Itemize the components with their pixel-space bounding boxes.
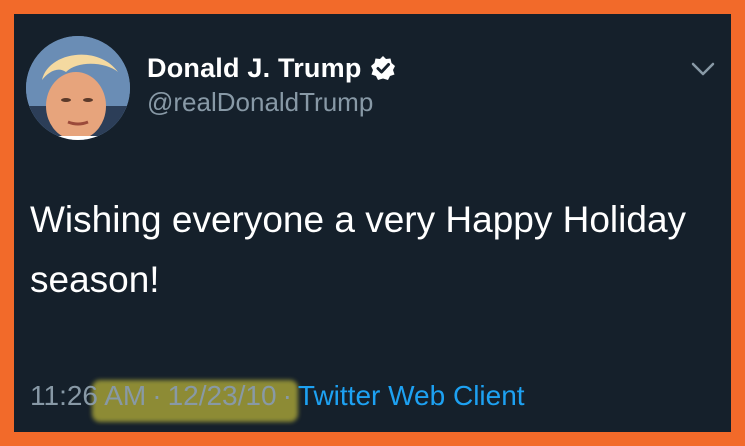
tweet-client-link[interactable]: Twitter Web Client (298, 380, 525, 411)
meta-separator: · (282, 380, 292, 411)
tweet-date[interactable]: 12/23/10 (168, 380, 277, 411)
tweet-card: Donald J. Trump @realDonaldTrump Wishing… (14, 14, 731, 432)
tweet-text: Wishing everyone a very Happy Holiday se… (30, 199, 687, 300)
tweet-time[interactable]: 11:26 AM (30, 380, 146, 411)
chevron-down-icon[interactable] (690, 60, 716, 78)
username-handle[interactable]: @realDonaldTrump (147, 87, 373, 118)
avatar-image (26, 36, 130, 140)
verified-badge-icon (370, 55, 396, 81)
meta-separator: · (152, 380, 162, 411)
author-name-row: Donald J. Trump (147, 50, 396, 86)
display-name[interactable]: Donald J. Trump (147, 53, 362, 84)
avatar[interactable] (26, 36, 130, 140)
orange-frame: Donald J. Trump @realDonaldTrump Wishing… (0, 0, 745, 446)
tweet-metadata: 11:26 AM · 12/23/10 · Twitter Web Client (30, 380, 525, 412)
